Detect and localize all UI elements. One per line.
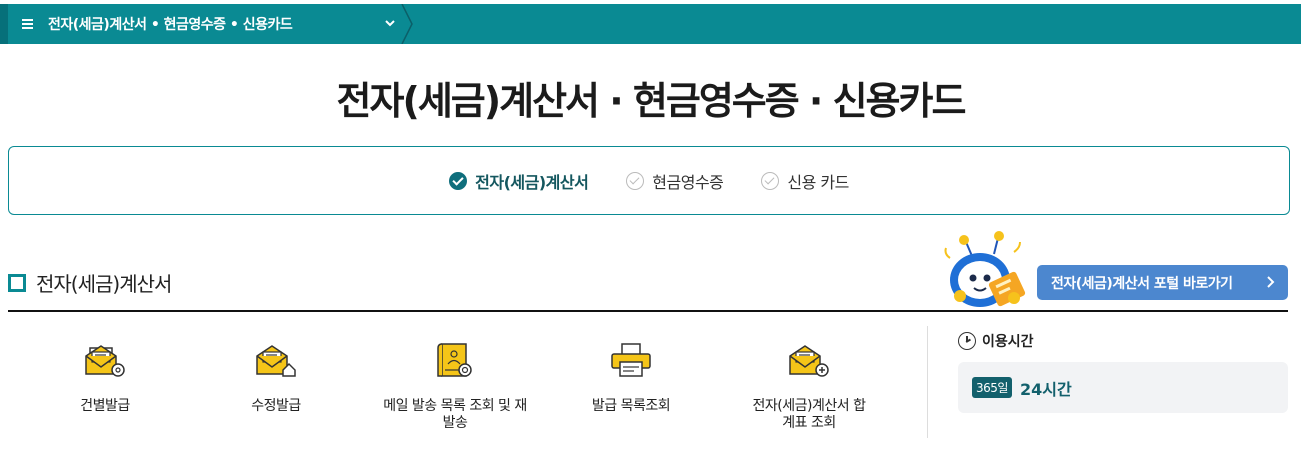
usage-time-box: 365일 24시간 [958,362,1288,413]
square-bullet-icon [8,273,28,294]
section-divider [8,310,1288,312]
menu-item-label: 수정발급 [251,398,301,414]
tab-label: 현금영수증 [652,172,724,192]
section-title: 전자(세금)계산서 [36,272,172,296]
chevron-down-icon [384,17,396,32]
tab-cash-receipt[interactable]: 현금영수증 [626,169,724,193]
usage-heading-label: 이용시간 [982,334,1034,350]
menu-item-label: 메일 발송 목록 조회 및 재발송 [383,398,527,431]
tab-label: 신용 카드 [787,172,849,192]
envelope-plus-icon [789,345,829,377]
days-badge: 365일 [972,377,1012,398]
envelope-gear-icon [85,345,125,377]
menu-item-revised-issue[interactable]: 수정발급 [191,340,361,415]
breadcrumb-title: 전자(세금)계산서 • 현금영수증 • 신용카드 [48,17,293,33]
printer-icon [611,343,651,377]
check-circle-icon [449,171,468,190]
portal-button-label: 전자(세금)계산서 포털 바로가기 [1051,275,1233,292]
menu-item-label: 건별발급 [80,398,130,414]
check-circle-icon [626,171,645,190]
breadcrumb-dropdown[interactable]: 전자(세금)계산서 • 현금영수증 • 신용카드 [8,4,406,44]
tab-label: 전자(세금)계산서 [475,172,589,192]
hours-value: 24시간 [1019,379,1072,399]
menu-item-issue-list[interactable]: 발급 목록조회 [546,340,716,415]
tab-credit-card[interactable]: 신용 카드 [761,169,849,193]
nav-edge-accent [0,4,8,44]
vertical-divider [927,326,928,438]
portal-shortcut-button[interactable]: 전자(세금)계산서 포털 바로가기 [1037,265,1288,300]
category-tab-box: 전자(세금)계산서 현금영수증 신용 카드 [8,146,1290,215]
breadcrumb-arrow-separator [398,4,416,44]
check-circle-icon [761,171,780,190]
top-nav-bar: 전자(세금)계산서 • 현금영수증 • 신용카드 [0,4,1301,44]
mascot-illustration [944,231,1026,307]
chevron-right-icon [1266,272,1276,296]
usage-time-heading: 이용시간 [958,331,1034,351]
menu-item-label: 발급 목록조회 [591,398,671,414]
document-search-icon [437,343,472,377]
hamburger-menu-icon [22,19,34,29]
menu-item-label: 전자(세금)계산서 합계표 조회 [752,398,866,431]
section-header: 전자(세금)계산서 [8,268,172,297]
menu-item-mail-resend[interactable]: 메일 발송 목록 조회 및 재발송 [370,340,540,432]
tab-e-tax-invoice[interactable]: 전자(세금)계산서 [449,169,589,193]
clock-icon [958,332,976,350]
page-title: 전자(세금)계산서 · 현금영수증 · 신용카드 [336,79,967,123]
menu-item-single-issue[interactable]: 건별발급 [20,340,190,415]
menu-item-summary-table[interactable]: 전자(세금)계산서 합계표 조회 [724,340,894,432]
envelope-house-icon [256,345,296,377]
